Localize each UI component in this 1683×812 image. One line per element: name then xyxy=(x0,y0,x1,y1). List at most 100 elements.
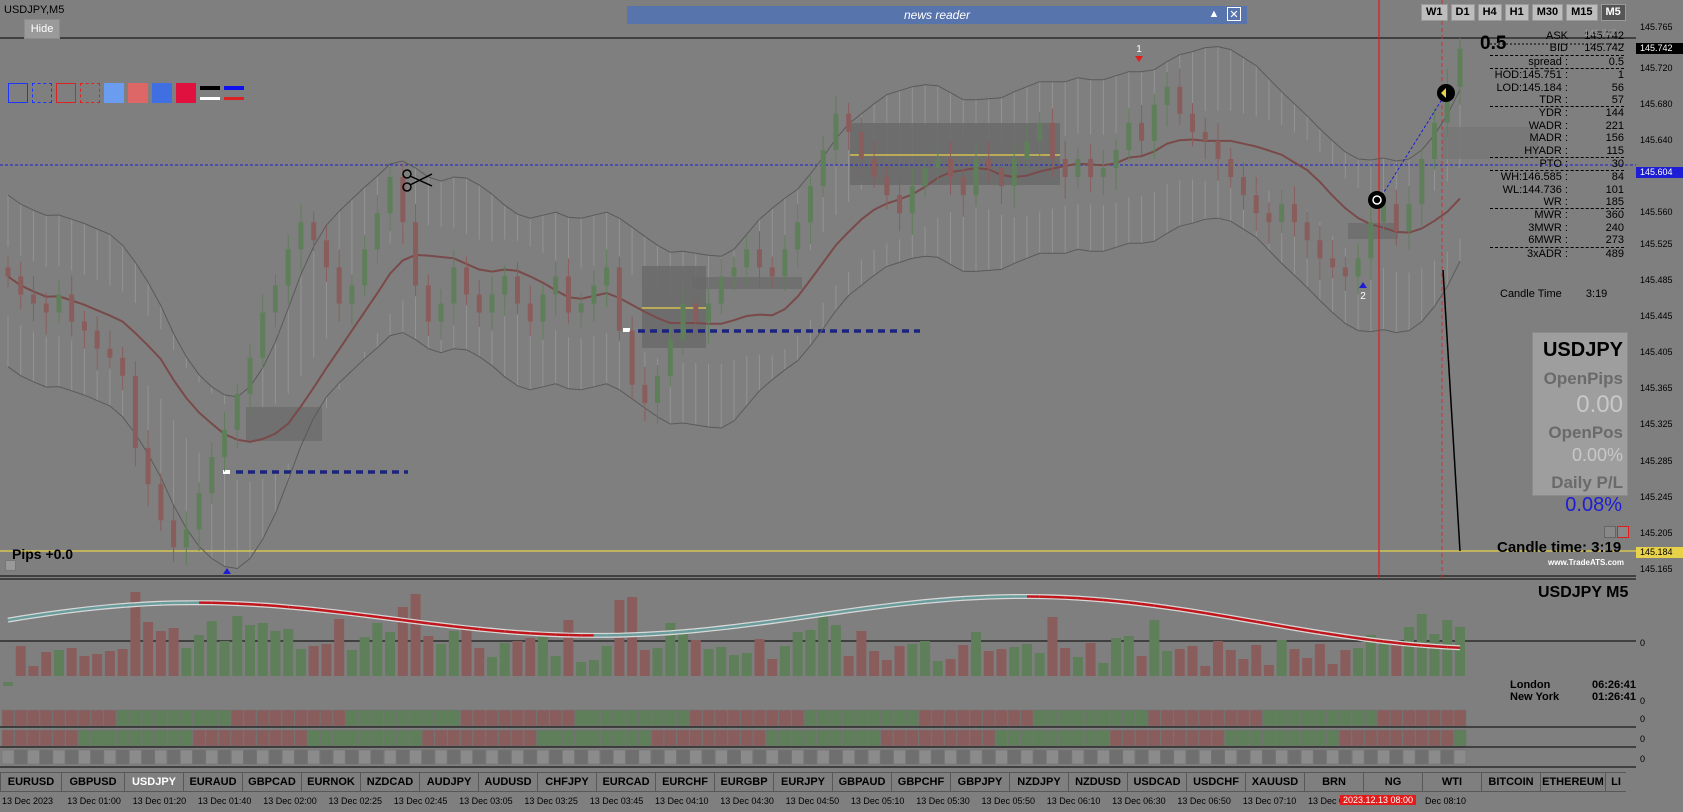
heat-cell xyxy=(778,749,792,765)
symbol-tab-gbpcad[interactable]: GBPCAD xyxy=(242,772,301,792)
heat-cell xyxy=(294,709,308,727)
heat-cell xyxy=(269,729,282,747)
candle-body xyxy=(565,276,571,313)
histogram-bar xyxy=(1200,666,1211,676)
oscillator-segment xyxy=(1383,640,1397,645)
symbol-tab-audusd[interactable]: AUDUSD xyxy=(478,772,537,792)
heat-cell xyxy=(218,709,231,727)
candle-body xyxy=(171,520,177,548)
palette-swatch[interactable] xyxy=(104,83,124,103)
close-icon[interactable]: ✕ xyxy=(1227,7,1241,21)
symbol-tab-ethereum[interactable]: ETHEREUM xyxy=(1540,772,1605,792)
stat-label: PTO : xyxy=(1539,157,1568,170)
palette-swatch[interactable] xyxy=(32,83,52,103)
timeframe-h1[interactable]: H1 xyxy=(1504,4,1529,21)
heat-cell xyxy=(1046,709,1059,727)
symbol-tab-usdcad[interactable]: USDCAD xyxy=(1127,772,1186,792)
time-label: 13 Dec 02:45 xyxy=(393,796,448,806)
palette-swatch[interactable] xyxy=(8,83,28,103)
heat-cell xyxy=(562,709,575,727)
panel-handle-icon[interactable] xyxy=(5,560,16,571)
symbol-tab-eurgbp[interactable]: EURGBP xyxy=(714,772,773,792)
symbol-tab-nzdcad[interactable]: NZDCAD xyxy=(360,772,419,792)
heat-cell xyxy=(14,729,27,747)
news-reader-bar[interactable]: news reader ▲ ✕ xyxy=(627,6,1247,24)
symbol-tab-eurnok[interactable]: EURNOK xyxy=(301,772,360,792)
timeframe-m15[interactable]: M15 xyxy=(1566,4,1598,21)
symbol-tab-ng[interactable]: NG xyxy=(1363,772,1422,792)
symbol-tab-brn[interactable]: BRN xyxy=(1304,772,1363,792)
position-marker-icon[interactable] xyxy=(1368,191,1386,209)
symbol-tab-chfjpy[interactable]: CHFJPY xyxy=(537,772,596,792)
timeframe-d1[interactable]: D1 xyxy=(1450,4,1475,21)
hide-button[interactable]: Hide xyxy=(24,19,60,39)
heat-cell xyxy=(1122,709,1136,727)
timeframe-w1[interactable]: W1 xyxy=(1421,4,1448,21)
symbol-tab-eurjpy[interactable]: EURJPY xyxy=(773,772,832,792)
heat-cell xyxy=(765,729,779,747)
heat-cell xyxy=(218,729,231,747)
symbol-tab-gbpaud[interactable]: GBPAUD xyxy=(832,772,891,792)
symbol-tab-li[interactable]: LI xyxy=(1605,772,1626,792)
open-pips-value: 0.00 xyxy=(1576,391,1623,418)
symbol-tab-euraud[interactable]: EURAUD xyxy=(183,772,242,792)
symbol-tab-eurusd[interactable]: EURUSD xyxy=(0,772,61,792)
heat-cell xyxy=(651,709,664,727)
symbol-tab-audjpy[interactable]: AUDJPY xyxy=(419,772,478,792)
heat-cell xyxy=(141,729,155,747)
candle-body xyxy=(1139,122,1145,141)
symbol-tab-usdjpy[interactable]: USDJPY xyxy=(124,772,183,792)
palette-swatch[interactable] xyxy=(224,86,244,100)
heat-cell xyxy=(511,729,524,747)
histogram-bar xyxy=(1404,627,1415,676)
palette-swatch[interactable] xyxy=(128,83,148,103)
timeframe-m30[interactable]: M30 xyxy=(1531,4,1564,21)
histogram-bar xyxy=(958,645,969,676)
oscillator-segment xyxy=(148,602,161,606)
palette-swatch[interactable] xyxy=(56,83,76,103)
timeframe-m5[interactable]: M5 xyxy=(1600,4,1626,21)
symbol-tab-gbpusd[interactable]: GBPUSD xyxy=(61,772,124,792)
symbol-tab-nzdusd[interactable]: NZDUSD xyxy=(1068,772,1127,792)
heat-cell xyxy=(396,749,410,765)
heat-cell xyxy=(1249,709,1263,727)
price-label: 145.765 xyxy=(1640,22,1673,32)
price-chart[interactable]: 1 2 xyxy=(0,0,1683,578)
symbol-tab-nzdjpy[interactable]: NZDJPY xyxy=(1009,772,1068,792)
time-label: 13 Dec 01:40 xyxy=(197,796,252,806)
toggle-box-icon[interactable] xyxy=(1617,526,1629,538)
heat-cell xyxy=(180,729,193,747)
symbol-tab-eurchf[interactable]: EURCHF xyxy=(655,772,714,792)
palette-swatch[interactable] xyxy=(152,83,172,103)
timeframe-h4[interactable]: H4 xyxy=(1477,4,1502,21)
symbol-tab-eurcad[interactable]: EURCAD xyxy=(596,772,655,792)
time-label: 13 Dec 07:10 xyxy=(1242,796,1297,806)
candle-body xyxy=(693,303,699,322)
heat-cell xyxy=(906,709,919,727)
collapse-icon[interactable]: ▲ xyxy=(1207,7,1221,21)
heat-cell xyxy=(511,709,524,727)
symbol-tab-xauusd[interactable]: XAUUSD xyxy=(1245,772,1304,792)
heat-cell xyxy=(1033,749,1046,765)
histogram-bar xyxy=(1378,643,1389,676)
histogram-bar xyxy=(1162,651,1173,676)
position-marker-icon[interactable] xyxy=(1437,84,1455,102)
palette-swatch[interactable] xyxy=(80,83,100,103)
histogram-bar xyxy=(385,632,396,676)
heat-cell xyxy=(1249,729,1263,747)
oscillator-chart[interactable]: 0 0 xyxy=(0,578,1683,708)
time-label: 13 Dec 03:25 xyxy=(524,796,578,806)
histogram-bar xyxy=(767,659,778,676)
symbol-tab-usdchf[interactable]: USDCHF xyxy=(1186,772,1245,792)
symbol-tab-gbpchf[interactable]: GBPCHF xyxy=(891,772,950,792)
histogram-bar xyxy=(869,651,880,676)
symbol-tab-gbpjpy[interactable]: GBPJPY xyxy=(950,772,1009,792)
toggle-box-icon[interactable] xyxy=(1604,526,1616,538)
heat-cell xyxy=(1377,709,1390,727)
symbol-tab-bitcoin[interactable]: BITCOIN xyxy=(1481,772,1540,792)
symbol-tab-wti[interactable]: WTI xyxy=(1422,772,1481,792)
palette-swatch[interactable] xyxy=(176,83,196,103)
palette-swatch[interactable] xyxy=(200,86,220,100)
heat-cell xyxy=(880,749,894,765)
stat-label: WR : xyxy=(1543,196,1568,209)
